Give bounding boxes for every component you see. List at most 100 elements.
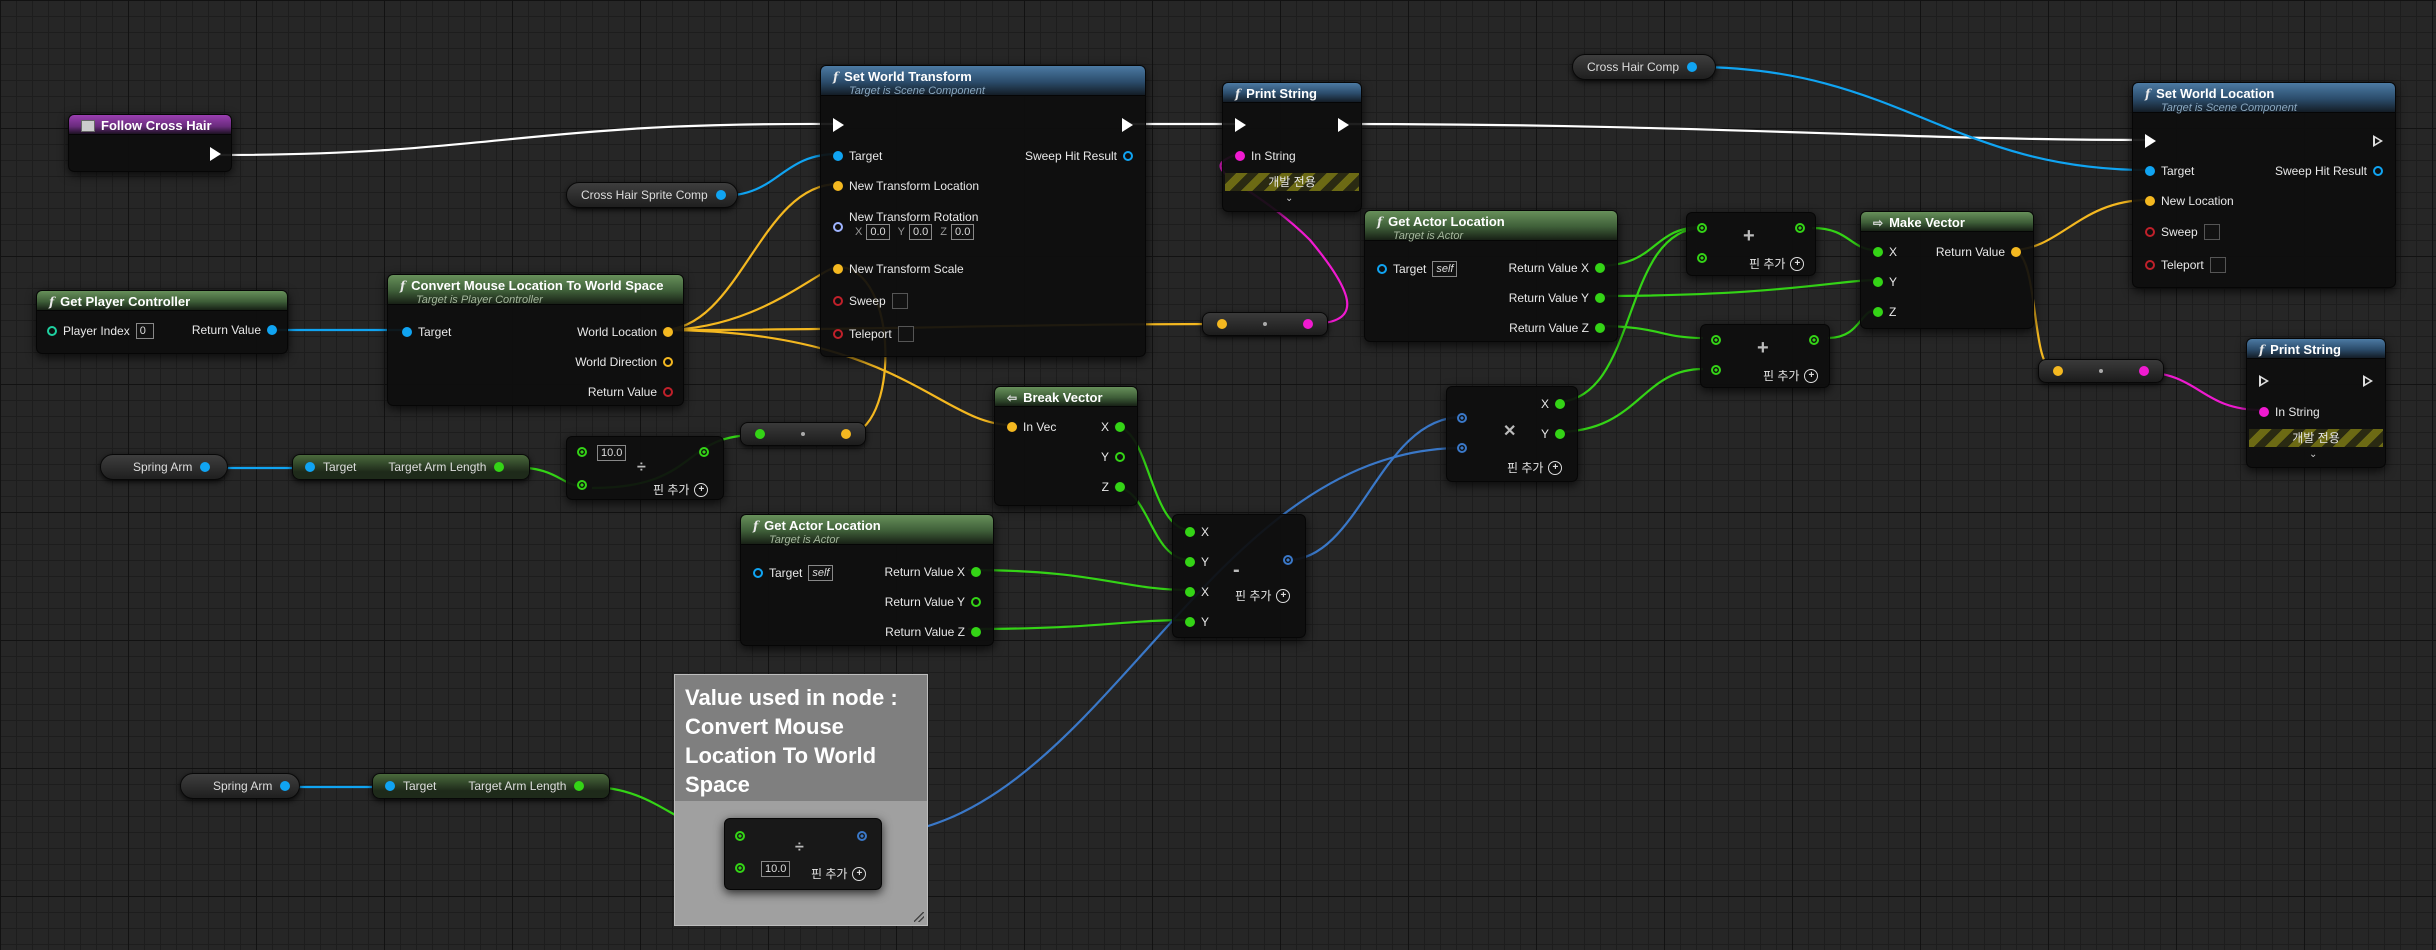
float-pin-icon[interactable] — [1115, 482, 1125, 492]
add-pin-button[interactable]: 핀 추가 + — [811, 865, 867, 882]
float-pin-icon[interactable] — [971, 567, 981, 577]
return-z-pin[interactable]: Return Value Z — [1509, 321, 1605, 335]
z-pin[interactable]: Z — [1102, 480, 1125, 494]
object-pin-icon[interactable] — [402, 327, 412, 337]
exec-out-pin[interactable] — [1338, 118, 1349, 132]
string-pin-icon[interactable] — [1303, 319, 1313, 329]
target-pin[interactable]: Target — [2145, 164, 2194, 178]
float-pin-icon[interactable] — [577, 447, 587, 457]
float-pin-icon[interactable] — [699, 447, 709, 457]
new-location-pin[interactable]: New Location — [2145, 194, 2234, 208]
exec-in-pin[interactable] — [2259, 375, 2269, 387]
divisor-input[interactable]: 10.0 — [597, 445, 627, 461]
add-pin-button[interactable]: 핀 추가 + — [1763, 367, 1819, 384]
return-value-pin[interactable]: Return Value — [588, 385, 673, 399]
teleport-pin[interactable]: Teleport — [833, 326, 914, 342]
float-pin-icon[interactable] — [735, 863, 745, 873]
exec-out-pin[interactable] — [1122, 118, 1133, 132]
exec-in-pin[interactable] — [833, 118, 844, 132]
reroute-node[interactable] — [740, 422, 866, 446]
node-multiply-vector2d[interactable]: X Y ✕ 핀 추가 + — [1446, 386, 1578, 482]
comment-text[interactable]: Value used in node : Convert Mouse Locat… — [675, 675, 927, 801]
return-value-pin[interactable]: Return Value — [192, 323, 277, 337]
b-y-pin[interactable]: Y — [1185, 615, 1209, 629]
node-get-player-controller[interactable]: f Get Player Controller Player Index 0 Re… — [36, 290, 288, 354]
a-x-pin[interactable]: X — [1185, 525, 1209, 539]
float-pin-icon[interactable] — [1873, 307, 1883, 317]
float-pin-icon[interactable] — [1809, 335, 1819, 345]
sweep-hit-result-pin[interactable]: Sweep Hit Result — [2275, 164, 2383, 178]
chevron-down-icon[interactable]: ⌄ — [1285, 193, 1293, 204]
reroute-node[interactable] — [1202, 312, 1328, 336]
vector-pin-icon[interactable] — [833, 264, 843, 274]
world-location-pin[interactable]: World Location — [577, 325, 673, 339]
float-pin-icon[interactable] — [1711, 335, 1721, 345]
string-pin-icon[interactable] — [2139, 366, 2149, 376]
x-pin[interactable]: X — [1541, 397, 1565, 411]
struct-pin-icon[interactable] — [2373, 166, 2383, 176]
float-pin-icon[interactable] — [1185, 617, 1195, 627]
x-pin[interactable]: X — [1101, 420, 1125, 434]
vector2d-pin-icon[interactable] — [1457, 413, 1467, 423]
in-string-pin[interactable]: In String — [1235, 149, 1296, 163]
new-rotation-pin[interactable]: New Transform Rotation — [833, 210, 978, 224]
node-add-2[interactable]: + 핀 추가 + — [1700, 324, 1830, 388]
exec-out-pin[interactable] — [210, 147, 221, 161]
int-pin-icon[interactable] — [47, 326, 57, 336]
player-index-input[interactable]: 0 — [135, 323, 154, 339]
bool-pin-icon[interactable] — [833, 329, 843, 339]
exec-out-pin[interactable] — [2373, 135, 2383, 147]
new-scale-pin[interactable]: New Transform Scale — [833, 262, 964, 276]
vector2d-pin-icon[interactable] — [1457, 443, 1467, 453]
event-follow-cross-hair[interactable]: Follow Cross Hair — [68, 114, 232, 172]
vector-pin-icon[interactable] — [833, 181, 843, 191]
chevron-down-icon[interactable]: ⌄ — [2309, 449, 2317, 460]
teleport-pin[interactable]: Teleport — [2145, 257, 2226, 273]
return-x-pin[interactable]: Return Value X — [1509, 261, 1605, 275]
node-make-vector[interactable]: ⇨ Make Vector X Y Z Return Value — [1860, 211, 2034, 329]
in-vec-pin[interactable]: In Vec — [1007, 420, 1056, 434]
float-pin-icon[interactable] — [1555, 399, 1565, 409]
teleport-checkbox[interactable] — [2209, 257, 2226, 273]
vector-pin-icon[interactable] — [663, 357, 673, 367]
y-pin[interactable]: Y — [1541, 427, 1565, 441]
float-pin-icon[interactable] — [1595, 323, 1605, 333]
var-cross-hair-comp[interactable]: Cross Hair Comp — [1572, 54, 1716, 80]
bool-pin-icon[interactable] — [2145, 227, 2155, 237]
sweep-pin[interactable]: Sweep — [833, 293, 908, 309]
node-subtract-vector2d[interactable]: X Y X Y - 핀 추가 + — [1172, 514, 1306, 638]
return-y-pin[interactable]: Return Value Y — [1509, 291, 1605, 305]
vector2d-pin-icon[interactable] — [857, 831, 867, 841]
struct-pin-icon[interactable] — [1123, 151, 1133, 161]
float-pin-icon[interactable] — [1115, 452, 1125, 462]
object-pin-icon[interactable] — [833, 151, 843, 161]
object-pin-icon[interactable] — [385, 781, 395, 791]
float-pin-icon[interactable] — [1185, 557, 1195, 567]
string-pin-icon[interactable] — [2259, 407, 2269, 417]
target-pin[interactable]: Target — [833, 149, 882, 163]
target-pin[interactable]: Target — [402, 325, 451, 339]
x-pin[interactable]: X — [1873, 245, 1897, 259]
player-index-pin[interactable]: Player Index 0 — [47, 323, 154, 339]
object-pin-icon[interactable] — [2145, 166, 2155, 176]
target-self-field[interactable]: self — [808, 565, 834, 581]
world-direction-pin[interactable]: World Direction — [575, 355, 673, 369]
vector-pin-icon[interactable] — [841, 429, 851, 439]
sweep-checkbox[interactable] — [2203, 224, 2220, 240]
return-z-pin[interactable]: Return Value Z — [885, 625, 981, 639]
y-pin[interactable]: Y — [1873, 275, 1897, 289]
object-pin-icon[interactable] — [1687, 62, 1698, 72]
return-y-pin[interactable]: Return Value Y — [885, 595, 981, 609]
rotator-pin-icon[interactable] — [833, 222, 843, 232]
b-x-pin[interactable]: X — [1185, 585, 1209, 599]
vector-pin-icon[interactable] — [663, 327, 673, 337]
y-pin[interactable]: Y — [1101, 450, 1125, 464]
node-set-world-location[interactable]: f Set World Location Target is Scene Comp… — [2132, 82, 2396, 288]
reroute-node[interactable] — [2038, 359, 2164, 383]
node-divide-2[interactable]: 10.0 ÷ 핀 추가 + — [724, 818, 882, 890]
sweep-checkbox[interactable] — [891, 293, 908, 309]
teleport-checkbox[interactable] — [897, 326, 914, 342]
float-pin-icon[interactable] — [1115, 422, 1125, 432]
object-pin-icon[interactable] — [267, 325, 277, 335]
float-pin-icon[interactable] — [1795, 223, 1805, 233]
